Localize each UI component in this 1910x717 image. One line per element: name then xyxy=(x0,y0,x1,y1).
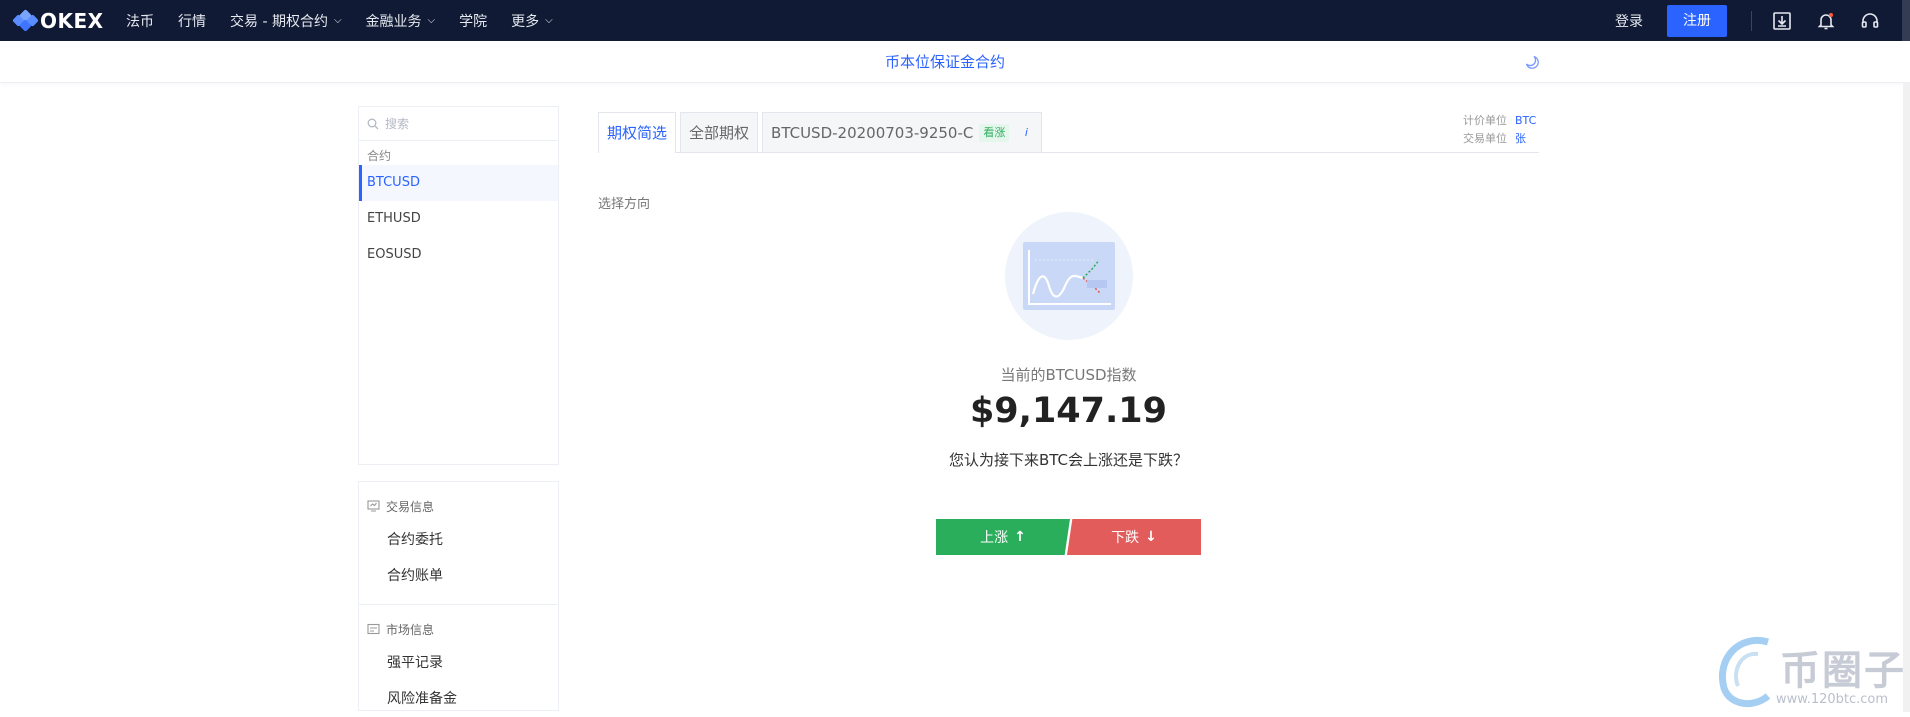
chart-illustration xyxy=(1004,212,1133,340)
contract-panel: 搜索 合约 BTCUSD ETHUSD EOSUSD xyxy=(358,106,559,465)
nav-label: 交易 - 期权合约 xyxy=(230,13,328,30)
moon-icon[interactable] xyxy=(1524,54,1540,70)
main-nav: 法币 行情 交易 - 期权合约 ⌵ 金融业务 ⌵ 学院 更多 ⌵ xyxy=(126,11,577,31)
tab-option-contract[interactable]: BTCUSD-20200703-9250-C 看涨 i xyxy=(762,112,1043,152)
menu-liquidation-records[interactable]: 强平记录 xyxy=(359,645,558,681)
search-icon xyxy=(367,118,379,129)
contract-item-ethusd[interactable]: ETHUSD xyxy=(359,201,558,237)
page-title: 币本位保证金合约 xyxy=(884,53,1005,71)
menu-contract-bills[interactable]: 合约账单 xyxy=(359,558,558,594)
prediction-question: 您认为接下来BTC会上涨还是下跌？ xyxy=(948,451,1189,469)
prediction-hero: 当前的BTCUSD指数 $9,147.19 您认为接下来BTC会上涨还是下跌？ xyxy=(598,212,1539,470)
quote-unit-label: 计价单位 xyxy=(1463,114,1507,127)
nav-trade-options[interactable]: 交易 - 期权合约 ⌵ xyxy=(230,11,342,31)
divider xyxy=(359,604,558,605)
fall-button[interactable]: 下跌 ↓ xyxy=(1067,519,1201,555)
nav-markets[interactable]: 行情 xyxy=(178,11,206,31)
chevron-down-icon: ⌵ xyxy=(545,15,553,26)
tab-quick-select[interactable]: 期权简选 xyxy=(598,112,677,153)
menu-contract-orders[interactable]: 合约委托 xyxy=(359,522,558,558)
scrollbar-top xyxy=(1902,0,1910,41)
search-input[interactable]: 搜索 xyxy=(359,107,558,141)
download-icon[interactable] xyxy=(1770,9,1794,33)
direction-label: 选择方向 xyxy=(598,197,651,212)
sub-header: 币本位保证金合约 xyxy=(0,41,1910,83)
login-link[interactable]: 登录 xyxy=(1615,11,1643,31)
info-icon[interactable]: i xyxy=(1019,114,1033,152)
nav-label: 法币 xyxy=(126,13,154,30)
nav-academy[interactable]: 学院 xyxy=(459,11,487,31)
info-panel: 交易信息 合约委托 合约账单 市场信息 强平记录 风险准备金 xyxy=(358,481,559,711)
nav-finance[interactable]: 金融业务 ⌵ xyxy=(366,11,436,31)
logo-icon xyxy=(12,8,39,32)
watermark: 币圈子 www.120btc.com xyxy=(1710,628,1910,712)
tab-label: 全部期权 xyxy=(689,123,750,142)
contract-item-btcusd[interactable]: BTCUSD xyxy=(359,165,558,201)
nav-fiat[interactable]: 法币 xyxy=(126,11,154,31)
index-value: $9,147.19 xyxy=(969,391,1168,431)
nav-label: 金融业务 xyxy=(365,13,422,30)
nav-label: 学院 xyxy=(459,13,488,30)
quote-unit-value[interactable]: BTC xyxy=(1515,112,1539,130)
call-badge: 看涨 xyxy=(979,123,1010,142)
section-title: 交易信息 xyxy=(386,499,435,514)
trade-unit-label: 交易单位 xyxy=(1463,132,1507,145)
search-placeholder: 搜索 xyxy=(385,117,410,131)
sidebar: 搜索 合约 BTCUSD ETHUSD EOSUSD 交易信息 合约委托 合约账… xyxy=(358,106,559,711)
nav-more[interactable]: 更多 ⌵ xyxy=(511,11,553,31)
chevron-down-icon: ⌵ xyxy=(333,15,342,26)
section-market-info: 市场信息 xyxy=(359,613,558,645)
option-tabs: 期权简选 全部期权 BTCUSD-20200703-9250-C 看涨 i 计价… xyxy=(598,112,1539,153)
rise-label: 上涨 xyxy=(980,530,1009,546)
section-title: 市场信息 xyxy=(386,622,435,637)
watermark-url: www.120btc.com xyxy=(1776,692,1889,707)
units-info: 计价单位 BTC 交易单位张 xyxy=(1463,112,1539,148)
nav-label: 更多 xyxy=(511,13,540,30)
index-label: 当前的BTCUSD指数 xyxy=(1000,366,1137,384)
contracts-group-label: 合约 xyxy=(367,149,392,163)
watermark-text: 币圈子 xyxy=(1780,648,1906,694)
trade-unit-value[interactable]: 张 xyxy=(1515,130,1539,148)
direction-buttons: 上涨 ↑ 下跌 ↓ xyxy=(936,519,1201,555)
fall-label: 下跌 xyxy=(1111,530,1140,546)
chevron-down-icon: ⌵ xyxy=(427,15,436,26)
divider xyxy=(1751,10,1752,31)
headset-icon[interactable] xyxy=(1858,9,1882,33)
monitor-icon xyxy=(367,500,380,512)
tab-label: 期权简选 xyxy=(607,124,668,142)
contract-item-eosusd[interactable]: EOSUSD xyxy=(359,237,558,273)
page-scrollbar[interactable] xyxy=(1903,83,1910,712)
okex-logo[interactable]: OKEX xyxy=(12,8,114,33)
bell-icon[interactable] xyxy=(1814,9,1838,33)
tab-label: BTCUSD-20200703-9250-C xyxy=(771,123,974,142)
watermark-logo-icon xyxy=(1719,637,1771,707)
main-content: 期权简选 全部期权 BTCUSD-20200703-9250-C 看涨 i 计价… xyxy=(598,112,1539,555)
tab-all-options[interactable]: 全部期权 xyxy=(680,112,759,152)
top-navbar: OKEX 法币 行情 交易 - 期权合约 ⌵ 金融业务 ⌵ 学院 更多 ⌵ 登录 注册 xyxy=(0,0,1910,41)
arrow-down-icon: ↓ xyxy=(1145,529,1157,545)
section-trade-info: 交易信息 xyxy=(359,490,558,522)
rise-button[interactable]: 上涨 ↑ xyxy=(936,519,1070,555)
nav-label: 行情 xyxy=(178,13,206,30)
arrow-up-icon: ↑ xyxy=(1014,529,1026,545)
logo-text: OKEX xyxy=(40,8,104,33)
card-icon xyxy=(367,623,380,635)
register-button[interactable]: 注册 xyxy=(1667,4,1727,37)
